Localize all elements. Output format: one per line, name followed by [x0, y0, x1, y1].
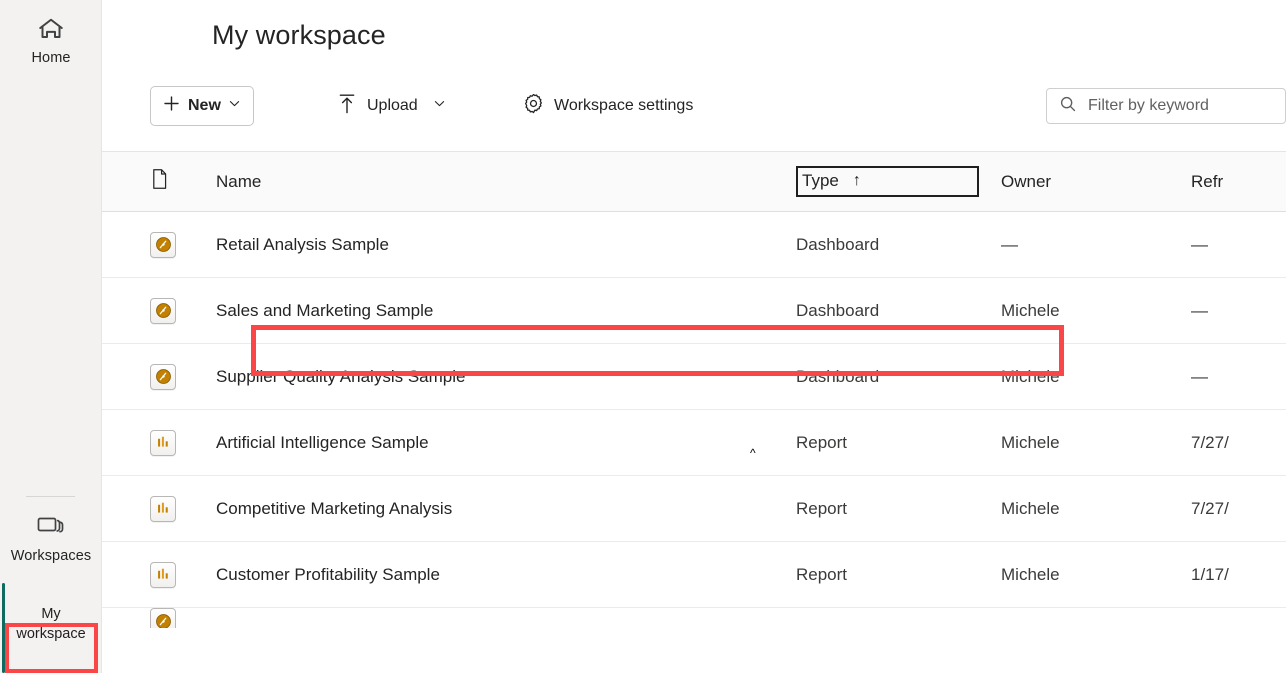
row-type-icon — [150, 608, 216, 628]
new-button-label: New — [188, 97, 221, 115]
page-title: My workspace — [212, 20, 386, 51]
table-row[interactable]: Competitive Marketing AnalysisReportMich… — [102, 476, 1286, 542]
row-type-icon — [150, 562, 216, 588]
row-refreshed-cell: 7/27/ — [1191, 433, 1286, 453]
power-bi-workspace-page: Home Workspaces Myworkspace My workspace — [0, 0, 1286, 673]
row-type-cell: Report — [796, 565, 1001, 585]
column-header-name[interactable]: Name — [216, 172, 796, 192]
rail-divider — [26, 496, 75, 497]
table-row[interactable]: Artificial Intelligence SampleReportMich… — [102, 410, 1286, 476]
row-type-icon — [150, 364, 216, 390]
chevron-down-icon — [433, 97, 446, 115]
workspace-main: My workspace New — [102, 0, 1286, 673]
dashboard-icon — [150, 232, 176, 258]
upload-button-label: Upload — [367, 97, 418, 115]
dashboard-icon — [150, 608, 176, 628]
upload-arrow-icon — [336, 92, 358, 121]
sidebar-item-home[interactable]: Home — [0, 6, 102, 75]
table-row[interactable]: Customer Profitability SampleReportMiche… — [102, 542, 1286, 608]
row-refreshed-cell: 7/27/ — [1191, 499, 1286, 519]
workspace-settings-label: Workspace settings — [554, 97, 693, 115]
chevron-down-icon — [228, 97, 241, 115]
row-type-cell: Report — [796, 499, 1001, 519]
sort-ascending-icon: ↑ — [853, 173, 861, 189]
row-owner-cell: Michele — [1001, 367, 1191, 387]
sidebar-item-workspaces-label: Workspaces — [11, 548, 92, 565]
table-body: Retail Analysis SampleDashboard——Sales a… — [102, 212, 1286, 628]
report-icon — [150, 430, 176, 456]
sidebar-item-workspaces[interactable]: Workspaces — [0, 504, 102, 573]
table-row[interactable]: Retail Analysis SampleDashboard—— — [102, 212, 1286, 278]
column-header-type-sorted-chip[interactable]: Type ↑ — [796, 166, 979, 197]
table-row[interactable]: Supplier Quality Analysis SampleDashboar… — [102, 344, 1286, 410]
command-bar: New Upload — [102, 82, 1286, 152]
column-header-icon[interactable] — [150, 168, 216, 195]
row-type-cell: Dashboard — [796, 367, 1001, 387]
row-type-cell: Dashboard — [796, 301, 1001, 321]
search-input[interactable] — [1088, 97, 1278, 115]
row-name-cell[interactable]: Supplier Quality Analysis Sample — [216, 367, 796, 387]
workspace-settings-button[interactable]: Workspace settings — [514, 86, 701, 126]
upload-button[interactable]: Upload — [328, 86, 454, 126]
row-name-cell[interactable]: Sales and Marketing Sample — [216, 301, 796, 321]
row-refreshed-cell: — — [1191, 367, 1286, 387]
dashboard-icon — [150, 364, 176, 390]
search-box[interactable] — [1046, 88, 1286, 124]
new-button[interactable]: New — [150, 86, 254, 126]
left-nav-rail: Home Workspaces Myworkspace — [0, 0, 102, 673]
row-name-cell[interactable]: Customer Profitability Sample — [216, 565, 796, 585]
workspace-items-table: Name Type ↑ Owner Refr Retail Analysis S… — [102, 152, 1286, 628]
table-row[interactable]: Sales and Marketing SampleDashboardMiche… — [102, 278, 1286, 344]
plus-icon — [162, 94, 181, 118]
report-icon — [150, 496, 176, 522]
caret-marker: ^ — [750, 447, 756, 459]
row-type-cell: Report — [796, 433, 1001, 453]
column-header-type[interactable]: Type ↑ — [796, 166, 1001, 197]
row-type-icon — [150, 232, 216, 258]
row-type-icon — [150, 496, 216, 522]
row-owner-cell: — — [1001, 235, 1191, 255]
gear-icon — [522, 92, 545, 120]
table-header-row: Name Type ↑ Owner Refr — [102, 152, 1286, 212]
row-owner-cell: Michele — [1001, 301, 1191, 321]
workspaces-icon — [35, 510, 67, 544]
row-name-cell[interactable]: Artificial Intelligence Sample — [216, 433, 796, 453]
row-type-icon — [150, 430, 216, 456]
search-icon — [1059, 95, 1077, 118]
row-refreshed-cell: 1/17/ — [1191, 565, 1286, 585]
home-icon — [36, 12, 66, 46]
sidebar-item-home-label: Home — [31, 50, 70, 67]
row-owner-cell: Michele — [1001, 499, 1191, 519]
column-header-refreshed[interactable]: Refr — [1191, 172, 1286, 192]
row-refreshed-cell: — — [1191, 235, 1286, 255]
row-owner-cell: Michele — [1001, 433, 1191, 453]
row-name-cell[interactable]: Competitive Marketing Analysis — [216, 499, 796, 519]
report-icon — [150, 562, 176, 588]
column-header-owner[interactable]: Owner — [1001, 172, 1191, 192]
document-icon — [150, 168, 169, 195]
row-name-cell[interactable]: Retail Analysis Sample — [216, 235, 796, 255]
dashboard-icon — [150, 298, 176, 324]
table-row-partial[interactable] — [102, 608, 1286, 628]
sidebar-item-my-workspace-label: Myworkspace — [5, 604, 97, 644]
row-owner-cell: Michele — [1001, 565, 1191, 585]
row-type-icon — [150, 298, 216, 324]
row-type-cell: Dashboard — [796, 235, 1001, 255]
sidebar-item-my-workspace[interactable]: Myworkspace — [0, 583, 102, 673]
row-refreshed-cell: — — [1191, 301, 1286, 321]
